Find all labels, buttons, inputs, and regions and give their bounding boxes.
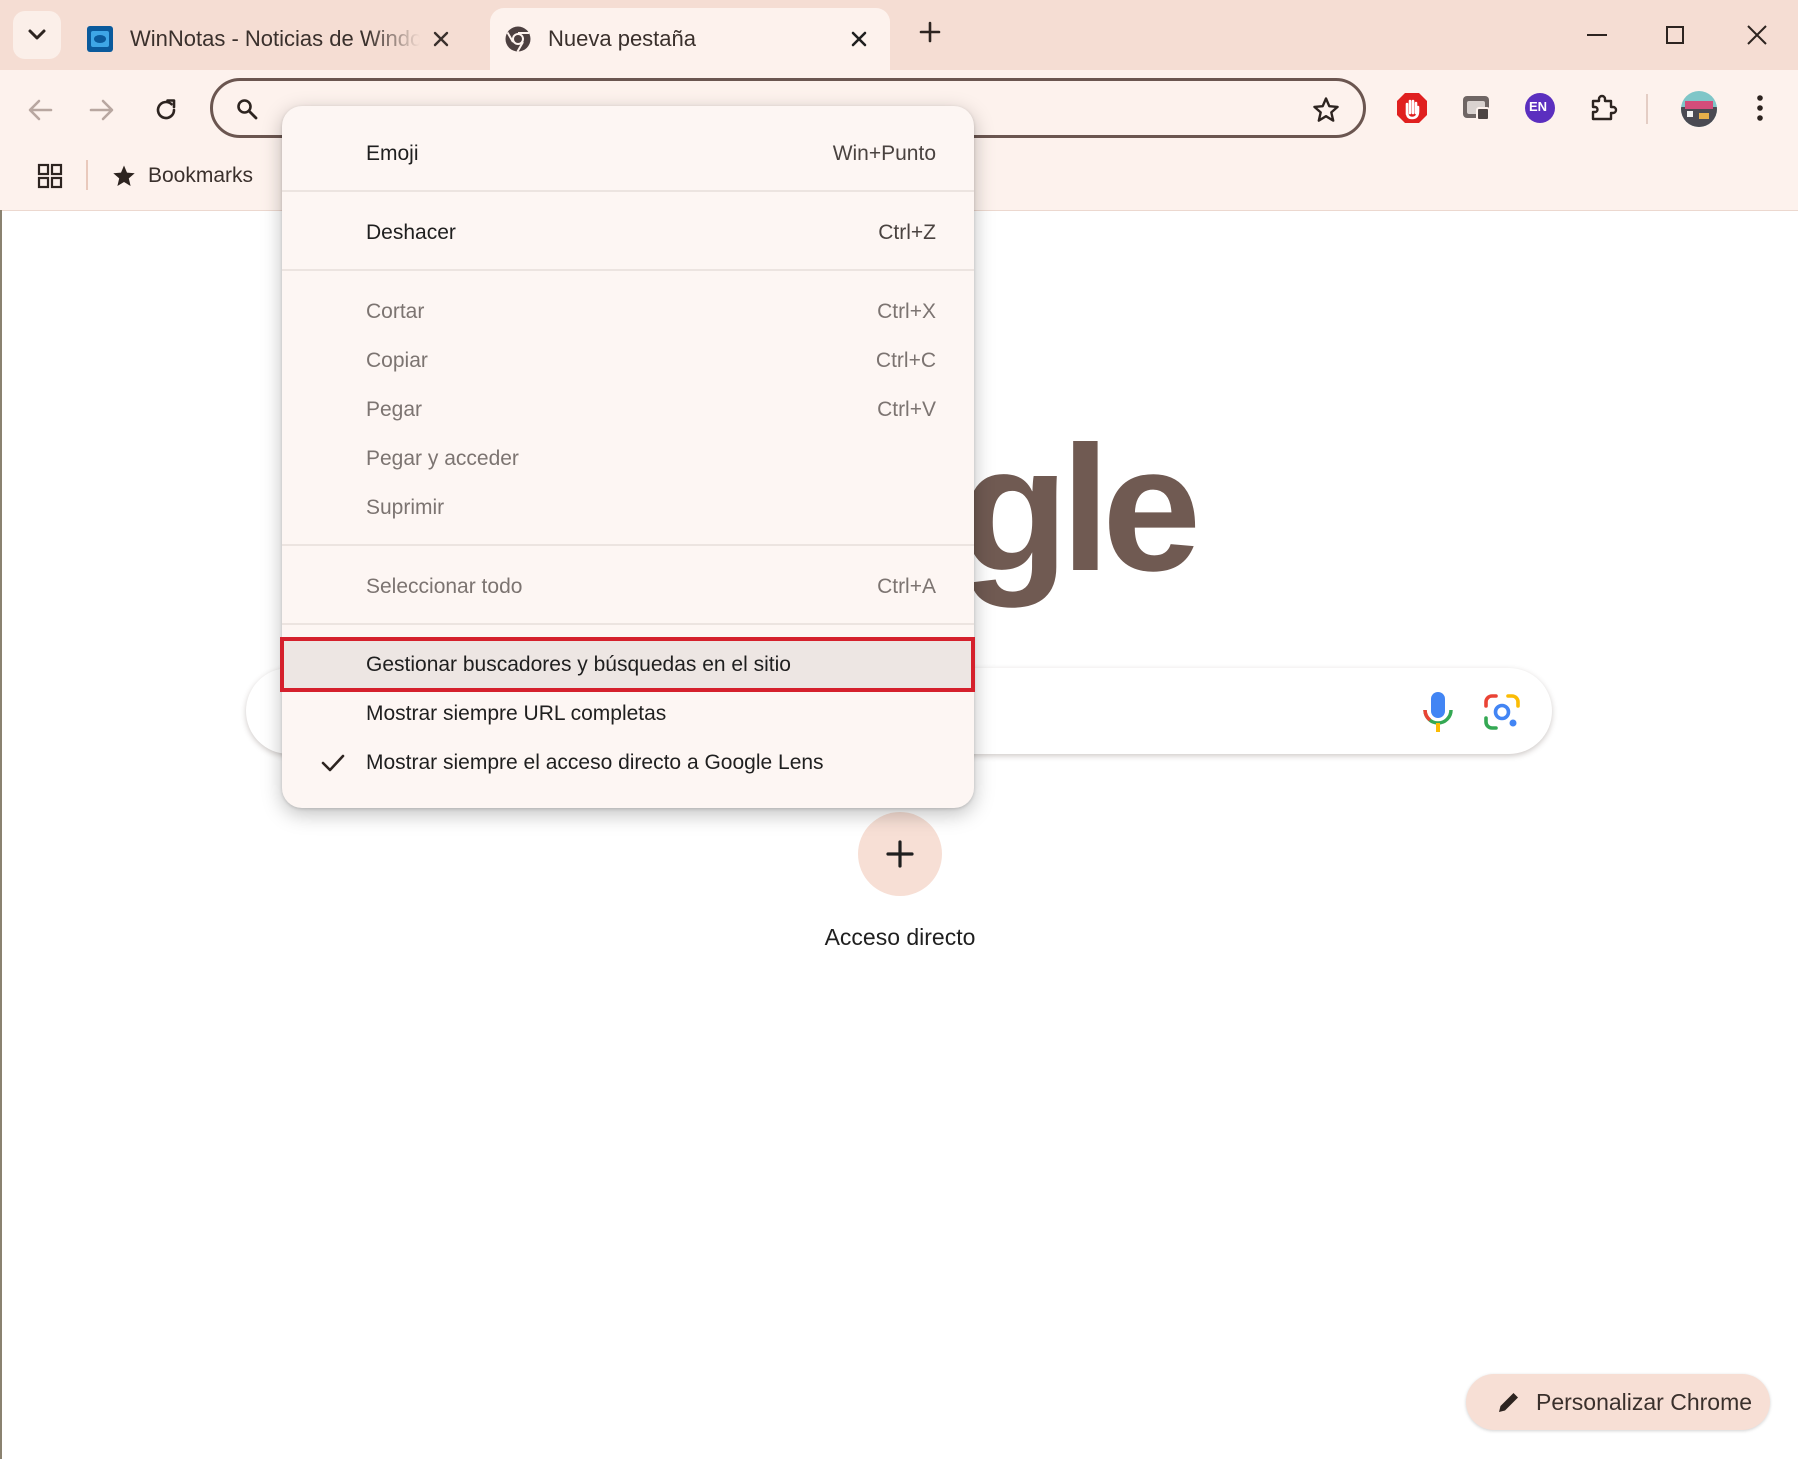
toolbar-divider [1646, 94, 1648, 124]
menu-separator [282, 623, 974, 625]
maximize-icon [1666, 26, 1684, 44]
forward-button[interactable] [80, 88, 124, 132]
window-capture-extension-button[interactable] [1454, 86, 1498, 130]
menu-item-label: Emoji [366, 142, 419, 165]
menu-item-copy[interactable]: Copiar Ctrl+C [282, 337, 974, 385]
bookmarks-divider [86, 160, 88, 190]
menu-item-label: Seleccionar todo [366, 575, 523, 598]
menu-item-shortcut: Ctrl+Z [878, 221, 936, 244]
extensions-puzzle-icon [1591, 94, 1618, 121]
customize-chrome-button[interactable]: Personalizar Chrome [1466, 1374, 1770, 1430]
highlight-annotation [280, 637, 975, 692]
close-window-button[interactable] [1732, 10, 1782, 60]
extensions-button[interactable] [1582, 86, 1626, 130]
adblock-icon [1397, 93, 1427, 123]
close-icon [851, 31, 867, 47]
menu-item-label: Mostrar siempre URL completas [366, 702, 667, 725]
maximize-button[interactable] [1650, 10, 1700, 60]
menu-item-select-all[interactable]: Seleccionar todo Ctrl+A [282, 563, 974, 611]
bookmark-label: Bookmarks [148, 164, 254, 187]
adblock-extension-button[interactable] [1390, 86, 1434, 130]
close-icon [433, 31, 449, 47]
menu-item-label: Mostrar siempre el acceso directo a Goog… [366, 751, 824, 774]
plus-icon [919, 21, 941, 43]
plus-icon [886, 840, 914, 868]
add-shortcut-label[interactable]: Acceso directo [800, 924, 1000, 951]
chevron-down-icon [28, 29, 46, 40]
chrome-menu-button[interactable] [1738, 86, 1782, 130]
tab-search-button[interactable] [13, 11, 61, 59]
menu-item-shortcut: Ctrl+X [877, 300, 936, 323]
omnibox-context-menu: Emoji Win+Punto Deshacer Ctrl+Z Cortar C… [282, 106, 974, 808]
menu-separator [282, 269, 974, 271]
menu-item-undo[interactable]: Deshacer Ctrl+Z [282, 209, 974, 257]
chrome-icon [504, 25, 532, 53]
menu-item-shortcut: Ctrl+V [877, 398, 936, 421]
customize-chrome-label: Personalizar Chrome [1536, 1388, 1753, 1415]
google-logo: gle [960, 409, 1201, 608]
arrow-left-icon [28, 99, 53, 121]
new-tab-button[interactable] [912, 14, 948, 50]
menu-separator [282, 544, 974, 546]
star-icon [113, 165, 135, 186]
menu-item-paste[interactable]: Pegar Ctrl+V [282, 386, 974, 434]
menu-item-paste-and-go[interactable]: Pegar y acceder [282, 435, 974, 483]
arrow-right-icon [89, 99, 114, 121]
tab-title: Nueva pestaña [548, 26, 696, 51]
back-button[interactable] [18, 88, 62, 132]
menu-item-shortcut: Win+Punto [832, 142, 936, 165]
menu-item-emoji[interactable]: Emoji Win+Punto [282, 130, 974, 178]
language-extension-button[interactable]: EN [1518, 86, 1562, 130]
apps-grid-icon [37, 163, 63, 189]
menu-item-shortcut: Ctrl+A [877, 575, 936, 598]
menu-separator [282, 190, 974, 192]
apps-button[interactable] [28, 154, 72, 198]
pencil-icon [1499, 1393, 1518, 1412]
checkmark-icon [321, 754, 345, 772]
menu-item-delete[interactable]: Suprimir [282, 484, 974, 532]
language-badge: EN [1529, 99, 1548, 114]
close-tab-button[interactable] [846, 26, 872, 52]
tab-title: WinNotas - Noticias de Windows [130, 26, 420, 51]
search-icon [237, 99, 258, 120]
profile-avatar[interactable] [1674, 84, 1724, 134]
star-outline-icon [1313, 97, 1339, 122]
window-capture-icon [1463, 96, 1490, 121]
menu-item-cut[interactable]: Cortar Ctrl+X [282, 288, 974, 336]
menu-item-label: Copiar [366, 349, 428, 372]
window-edge [0, 210, 2, 1459]
minimize-button[interactable] [1572, 10, 1622, 60]
reload-icon [156, 99, 176, 120]
winnotas-favicon [86, 25, 114, 53]
menu-item-label: Deshacer [366, 221, 456, 244]
google-lens-icon[interactable] [1482, 692, 1522, 732]
close-icon [1747, 25, 1767, 45]
menu-item-label: Pegar [366, 398, 423, 421]
menu-item-label: Cortar [366, 300, 425, 323]
menu-item-show-full-urls[interactable]: Mostrar siempre URL completas [282, 690, 974, 738]
microphone-icon[interactable] [1418, 690, 1458, 734]
minimize-icon [1587, 34, 1607, 36]
avatar-icon [1681, 91, 1717, 127]
more-vertical-icon [1757, 95, 1763, 121]
close-tab-button[interactable] [428, 26, 454, 52]
bookmark-page-button[interactable] [1304, 88, 1348, 132]
menu-item-shortcut: Ctrl+C [875, 349, 936, 372]
tab-nueva-pestana[interactable]: Nueva pestaña [490, 8, 890, 70]
reload-button[interactable] [144, 88, 188, 132]
add-shortcut-button[interactable] [858, 812, 942, 896]
tab-winnotas[interactable]: WinNotas - Noticias de Windows [72, 8, 472, 70]
bookmark-folder-bookmarks[interactable]: Bookmarks [112, 154, 253, 198]
menu-item-label: Suprimir [366, 496, 445, 519]
menu-item-label: Pegar y acceder [366, 447, 519, 470]
menu-item-show-lens-shortcut[interactable]: Mostrar siempre el acceso directo a Goog… [282, 739, 974, 787]
